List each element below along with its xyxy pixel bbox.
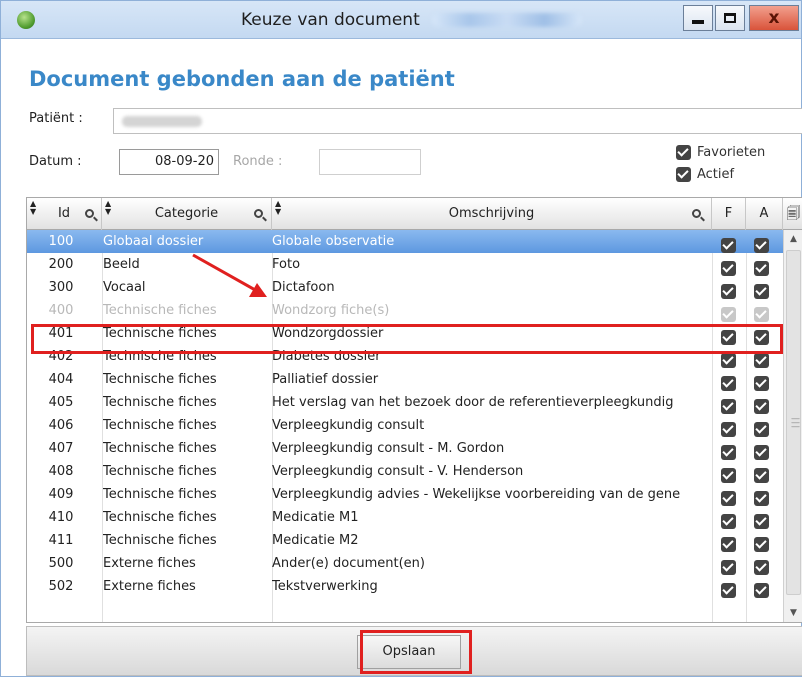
document-choice-window: Keuze van document x Document gebonden a… bbox=[0, 0, 802, 677]
annotation-arrow-icon bbox=[192, 253, 267, 297]
